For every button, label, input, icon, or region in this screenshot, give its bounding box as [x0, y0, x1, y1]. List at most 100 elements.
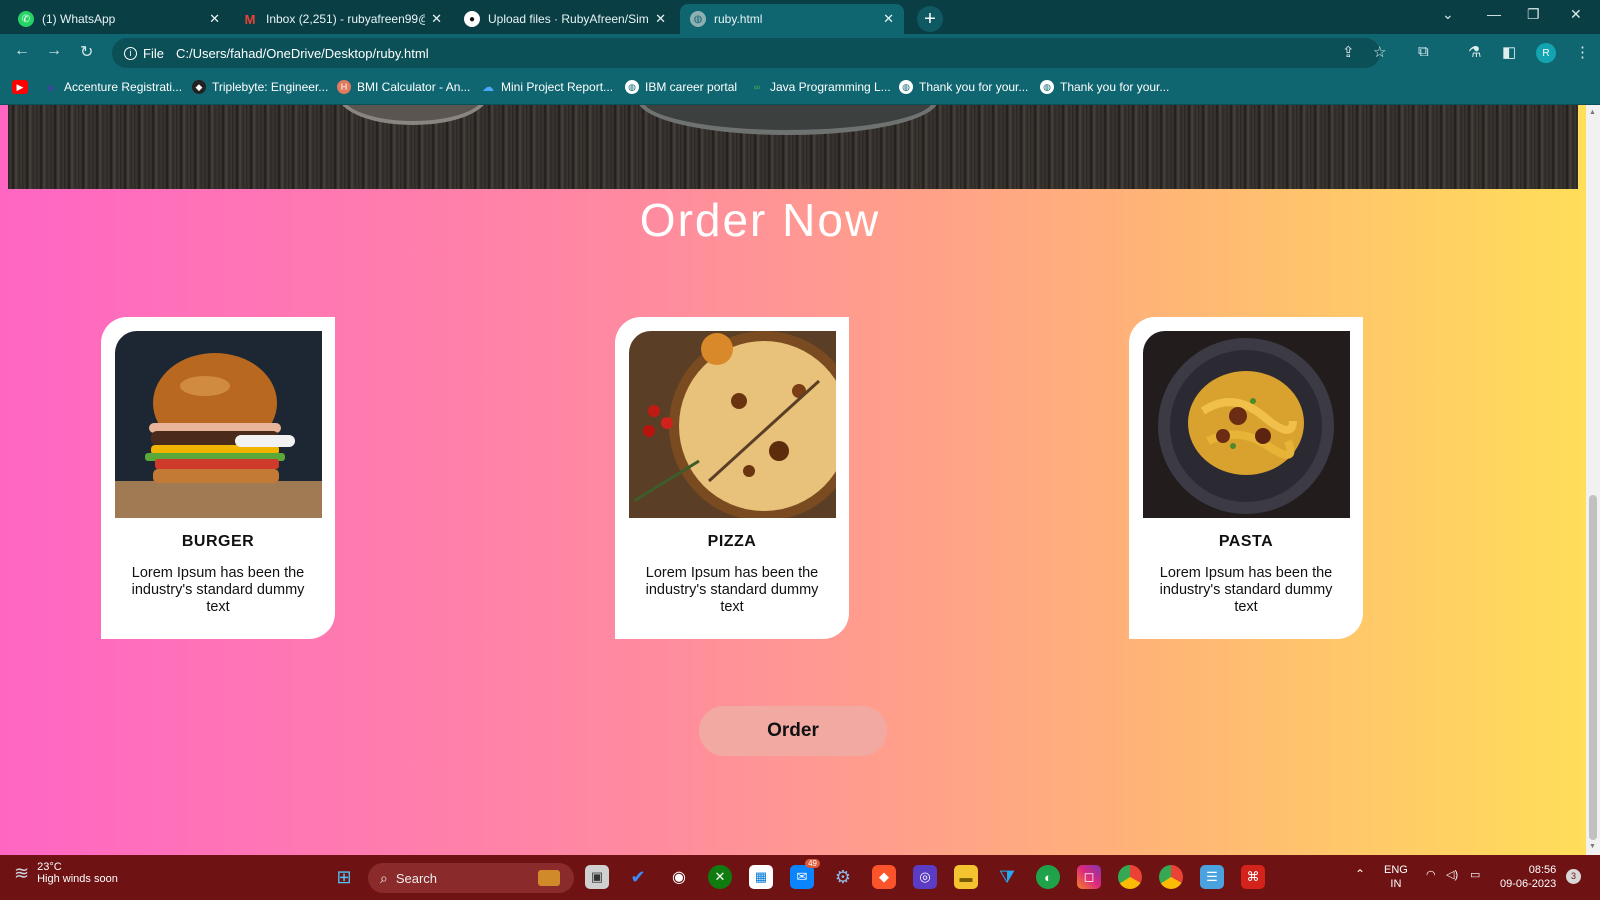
card-title: PASTA [1218, 533, 1274, 550]
xbox-icon[interactable]: ✕ [708, 865, 732, 889]
pizza-image [629, 331, 836, 518]
acrobat-icon[interactable]: ⌘ [1241, 865, 1265, 889]
vscode-icon[interactable]: ⧩ [995, 865, 1019, 889]
forward-icon[interactable]: → [46, 42, 62, 60]
pasta-image [1143, 331, 1350, 518]
side-panel-icon[interactable]: ◧ [1502, 43, 1516, 61]
mail-icon[interactable]: ✉ 49 [790, 859, 820, 889]
card-title: BURGER [181, 533, 255, 550]
menu-icon[interactable]: ⋮ [1575, 43, 1590, 61]
bookmark-label: Thank you for your... [1060, 80, 1170, 94]
tab-whatsapp[interactable]: ✆ (1) WhatsApp ✕ [8, 4, 230, 34]
task-view-icon[interactable]: ▣ [585, 865, 609, 889]
wifi-icon[interactable]: ◠ [1426, 868, 1436, 882]
bookmark-label: Mini Project Report... [501, 80, 614, 94]
media-player-icon[interactable]: ◉ [667, 865, 691, 889]
back-icon[interactable]: ← [14, 42, 30, 60]
github-icon: ● [464, 11, 480, 27]
notification-badge[interactable]: 3 [1566, 869, 1581, 884]
windows-start-icon[interactable]: ⊞ [332, 865, 356, 889]
bookmark-star-icon[interactable]: ☆ [1373, 43, 1386, 61]
bookmark-bmi[interactable]: H BMI Calculator - An... [337, 80, 470, 94]
scrollbar-thumb[interactable] [1589, 495, 1597, 840]
spotify-like-icon[interactable]: ◐ [1036, 865, 1060, 889]
clock[interactable]: 08:56 09-06-2023 [1500, 863, 1556, 891]
extensions-icon[interactable]: ⧉ [1418, 43, 1429, 60]
bookmark-youtube[interactable]: ▶ [12, 80, 34, 94]
instagram-icon[interactable]: ◻ [1077, 865, 1101, 889]
file-explorer-icon[interactable]: ▬ [954, 865, 978, 889]
clock-time: 08:56 [1528, 864, 1557, 876]
lang-bottom: IN [1390, 878, 1402, 890]
gmail-icon: M [244, 11, 256, 27]
weather-desc: High winds soon [37, 873, 118, 885]
bookmark-thank-you-1[interactable]: ◍ Thank you for your... [899, 80, 1028, 94]
bookmarks-bar: ▶ › Accenture Registrati... ◆ Triplebyte… [0, 72, 1600, 105]
close-icon[interactable]: ✕ [209, 11, 220, 27]
bookmark-triplebyte[interactable]: ◆ Triplebyte: Engineer... [192, 80, 328, 94]
chrome-dev-icon[interactable] [1159, 865, 1183, 889]
card-description: Lorem Ipsum has been the industry's stan… [131, 565, 305, 615]
new-tab-button[interactable]: + [917, 6, 943, 32]
reload-icon[interactable]: ↻ [80, 42, 93, 62]
address-bar[interactable]: i File C:/Users/fahad/OneDrive/Desktop/r… [112, 38, 1380, 68]
weather-widget[interactable]: ≋ 23°C High winds soon [14, 861, 118, 885]
restore-icon[interactable]: ❐ [1527, 6, 1540, 23]
menu-card-burger: BURGER Lorem Ipsum has been the industry… [101, 317, 335, 639]
menu-card-pizza: PIZZA Lorem Ipsum has been the industry'… [615, 317, 849, 639]
tab-title: Inbox (2,251) - rubyafreen99@gm [266, 12, 425, 26]
plate-decoration [338, 105, 488, 125]
notepad-icon[interactable]: ☰ [1200, 865, 1224, 889]
bookmark-label: IBM career portal [645, 80, 738, 94]
brave-icon[interactable]: ◆ [872, 865, 896, 889]
bookmark-mini-project[interactable]: ☁ Mini Project Report... [481, 80, 613, 94]
profile-avatar[interactable]: R [1536, 43, 1556, 63]
battery-icon[interactable]: ▭ [1470, 868, 1480, 882]
scroll-down-icon[interactable]: ▼ [1589, 843, 1596, 850]
globe-icon: ◍ [1040, 80, 1054, 94]
language-indicator[interactable]: ENG IN [1384, 863, 1408, 891]
tab-github[interactable]: ● Upload files · RubyAfreen/Simplo ✕ [454, 4, 676, 34]
mail-badge: 49 [805, 859, 820, 868]
card-title: PIZZA [707, 533, 757, 550]
close-icon[interactable]: ✕ [431, 11, 442, 27]
card-description: Lorem Ipsum has been the industry's stan… [645, 565, 819, 615]
order-button[interactable]: Order [699, 706, 887, 756]
bookmark-label: Java Programming L... [770, 80, 891, 94]
bookmark-label: Thank you for your... [919, 80, 1029, 94]
tab-title: Upload files · RubyAfreen/Simplo [488, 12, 650, 26]
labs-icon[interactable]: ⚗ [1468, 43, 1481, 61]
bookmark-ibm[interactable]: ◍ IBM career portal [625, 80, 737, 94]
tab-ruby-html[interactable]: ◍ ruby.html ✕ [680, 4, 904, 34]
volume-icon[interactable]: ◁) [1446, 868, 1458, 882]
bookmark-thank-you-2[interactable]: ◍ Thank you for your... [1040, 80, 1169, 94]
minimize-icon[interactable]: — [1487, 6, 1501, 22]
podcasts-icon[interactable]: ◎ [913, 865, 937, 889]
bookmark-accenture[interactable]: › Accenture Registrati... [44, 79, 182, 95]
store-icon[interactable]: ▦ [749, 865, 773, 889]
tray-overflow-icon[interactable]: ⌃ [1355, 867, 1365, 881]
share-icon[interactable]: ⇪ [1342, 43, 1355, 61]
card-description: Lorem Ipsum has been the industry's stan… [1159, 565, 1333, 615]
page-scrollbar[interactable]: ▲ ▼ [1586, 105, 1600, 855]
plate-decoration [638, 105, 938, 135]
close-icon[interactable]: ✕ [883, 11, 894, 27]
tab-gmail[interactable]: M Inbox (2,251) - rubyafreen99@gm ✕ [232, 4, 452, 34]
site-info-chip[interactable]: i File [122, 46, 172, 61]
tab-search-icon[interactable]: ⌄ [1442, 6, 1454, 23]
close-icon[interactable]: ✕ [655, 11, 666, 27]
globe-icon: ◍ [899, 80, 913, 94]
settings-gear-icon[interactable]: ⚙ [831, 865, 855, 889]
scroll-up-icon[interactable]: ▲ [1589, 109, 1596, 116]
todo-icon[interactable]: ✔ [626, 865, 650, 889]
chrome-icon[interactable] [1118, 865, 1142, 889]
browser-toolbar: ← → ↻ i File C:/Users/fahad/OneDrive/Des… [0, 34, 1600, 72]
tab-title: ruby.html [714, 12, 763, 26]
info-icon: i [124, 46, 137, 60]
bookmark-java[interactable]: ∞ Java Programming L... [750, 80, 891, 94]
window-close-icon[interactable]: ✕ [1570, 6, 1582, 23]
accenture-icon: › [48, 79, 54, 95]
url-text[interactable]: C:/Users/fahad/OneDrive/Desktop/ruby.htm… [176, 46, 429, 61]
weather-temp: 23°C [37, 861, 62, 873]
taskbar-search[interactable]: ⌕ Search [368, 863, 574, 893]
